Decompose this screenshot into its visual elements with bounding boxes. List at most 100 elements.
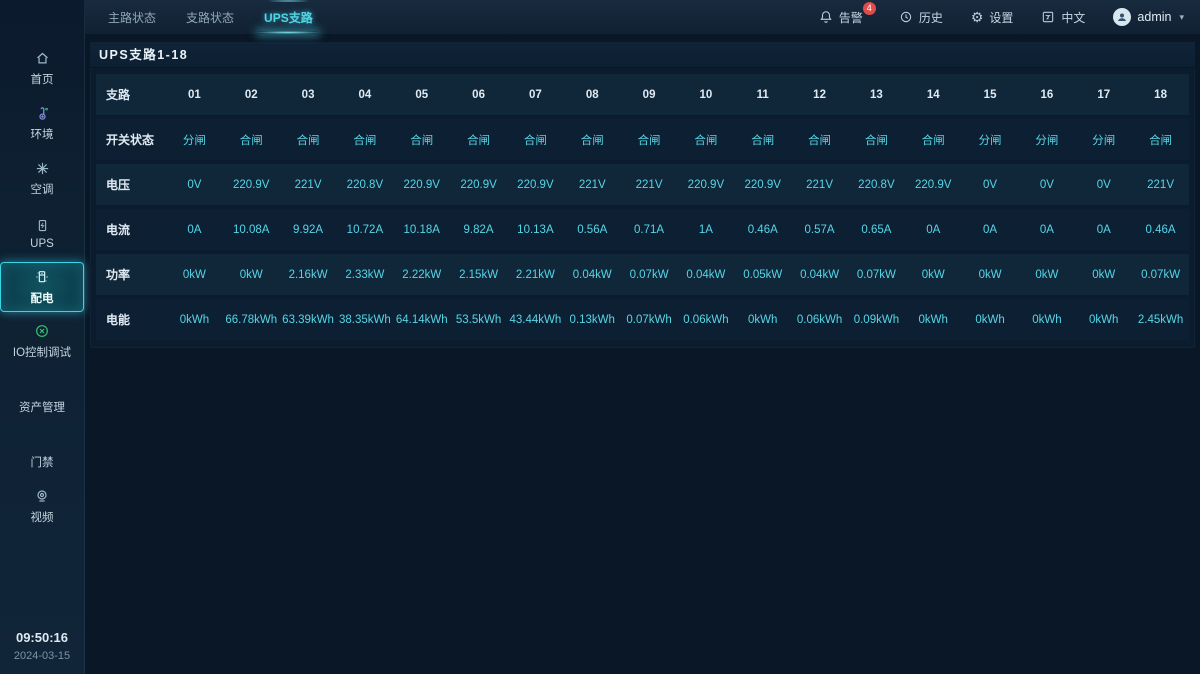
- sidebar-item-access[interactable]: 门禁: [0, 425, 84, 477]
- table-cell: 63.39kWh: [280, 314, 337, 326]
- table-cell: 0.71A: [621, 224, 678, 236]
- table-cell: 合闸: [791, 132, 848, 148]
- user-icon: [1116, 11, 1128, 23]
- table-cell: 合闸: [336, 132, 393, 148]
- table-cell: 221V: [280, 179, 337, 191]
- table-cell: 分闸: [1075, 132, 1132, 148]
- table-cell: 0.57A: [791, 224, 848, 236]
- alarm-badge: 4: [863, 2, 876, 15]
- table-cell: 9.92A: [280, 224, 337, 236]
- table-cell: 0V: [1018, 179, 1075, 191]
- table-cell: 220.9V: [507, 179, 564, 191]
- sidebar-item-label: 空调: [31, 181, 54, 197]
- table-cell: 220.9V: [734, 179, 791, 191]
- table-cell: 合闸: [621, 132, 678, 148]
- table-cell: 0A: [166, 224, 223, 236]
- sidebar-clock: 09:50:16 2024-03-15: [0, 630, 84, 674]
- table-cell: 0kWh: [166, 314, 223, 326]
- table-cell: 53.5kWh: [450, 314, 507, 326]
- table-cell: 0.65A: [848, 224, 905, 236]
- row-label: 功率: [96, 266, 166, 283]
- table-cell: 0.04kW: [677, 269, 734, 281]
- table-cell: 0.05kW: [734, 269, 791, 281]
- settings-button[interactable]: ⚙ 设置: [971, 9, 1014, 26]
- table-cell: 合闸: [734, 132, 791, 148]
- table-cell: 2.22kW: [393, 269, 450, 281]
- table-cell: 0.07kWh: [621, 314, 678, 326]
- table-cell: 03: [280, 89, 337, 101]
- table-cell: 64.14kWh: [393, 314, 450, 326]
- tab-bar: 主路状态支路状态UPS支路: [93, 0, 328, 34]
- sidebar-item-video[interactable]: 视频: [0, 480, 84, 532]
- table-cell: 0A: [962, 224, 1019, 236]
- sidebar-item-label: 门禁: [31, 454, 54, 470]
- table-cell: 17: [1075, 89, 1132, 101]
- table-cell: 220.9V: [905, 179, 962, 191]
- table-cell: 0kWh: [962, 314, 1019, 326]
- sidebar-item-label: 环境: [31, 126, 54, 142]
- table-cell: 05: [393, 89, 450, 101]
- history-label: 历史: [919, 9, 943, 26]
- table-cell: 221V: [791, 179, 848, 191]
- table-cell: 0V: [962, 179, 1019, 191]
- table-cell: 220.9V: [677, 179, 734, 191]
- sidebar-item-power[interactable]: 配电: [0, 262, 84, 312]
- row-label: 电压: [96, 176, 166, 193]
- table-cell: 0.09kWh: [848, 314, 905, 326]
- table-cell: 10.13A: [507, 224, 564, 236]
- sidebar-item-label: IO控制调试: [13, 344, 71, 360]
- history-clock-icon: [899, 10, 913, 24]
- table-cell: 10.72A: [336, 224, 393, 236]
- sidebar-item-ups[interactable]: UPS: [0, 207, 84, 259]
- table-cell: 43.44kWh: [507, 314, 564, 326]
- table-cell: 01: [166, 89, 223, 101]
- table-cell: 0.07kW: [848, 269, 905, 281]
- topbar-actions: 告警 4 历史 ⚙ 设置: [819, 8, 1184, 26]
- table-cell: 0.07kW: [621, 269, 678, 281]
- tab-main-status[interactable]: 主路状态: [93, 0, 171, 34]
- table-cell: 2.45kWh: [1132, 314, 1189, 326]
- clock-date: 2024-03-15: [0, 650, 84, 662]
- thermometer-icon: [35, 105, 50, 122]
- table-cell: 2.16kW: [280, 269, 337, 281]
- table-cell: 221V: [621, 179, 678, 191]
- sidebar-item-home[interactable]: 首页: [0, 42, 84, 94]
- alarm-button[interactable]: 告警 4: [819, 9, 863, 26]
- row-label: 电流: [96, 221, 166, 238]
- settings-label: 设置: [989, 9, 1013, 26]
- tab-branch-status[interactable]: 支路状态: [171, 0, 249, 34]
- table-row: 支路010203040506070809101112131415161718: [96, 74, 1189, 115]
- sidebar-item-environment[interactable]: 环境: [0, 97, 84, 149]
- table-cell: 220.8V: [848, 179, 905, 191]
- bell-icon: [819, 10, 833, 24]
- table-cell: 分闸: [166, 132, 223, 148]
- table-cell: 02: [223, 89, 280, 101]
- row-label: 电能: [96, 311, 166, 328]
- table-cell: 06: [450, 89, 507, 101]
- snowflake-icon: [35, 160, 50, 177]
- table-cell: 38.35kWh: [336, 314, 393, 326]
- table-cell: 0.04kW: [564, 269, 621, 281]
- home-icon: [35, 50, 50, 67]
- user-menu[interactable]: admin ▾: [1113, 8, 1184, 26]
- history-button[interactable]: 历史: [899, 9, 943, 26]
- sidebar-item-hvac[interactable]: 空调: [0, 152, 84, 204]
- table-cell: 2.33kW: [336, 269, 393, 281]
- circle-x-icon: [34, 323, 50, 340]
- table-cell: 14: [905, 89, 962, 101]
- table-cell: 221V: [564, 179, 621, 191]
- sidebar-item-label: 视频: [31, 509, 54, 525]
- sidebar: 首页环境空调 UPS配电 IO控制调试资产管理门禁视频 09:50:16 2024-…: [0, 0, 85, 674]
- table-cell: 0.46A: [1132, 224, 1189, 236]
- alarm-label: 告警: [839, 9, 863, 26]
- tab-ups-branch[interactable]: UPS支路: [249, 0, 328, 34]
- table-cell: 0kW: [905, 269, 962, 281]
- sidebar-item-assets[interactable]: 资产管理: [0, 370, 84, 422]
- topbar: 主路状态支路状态UPS支路 告警 4 历史: [85, 0, 1200, 34]
- table-row: 电流0A10.08A9.92A10.72A10.18A9.82A10.13A0.…: [96, 209, 1189, 250]
- language-button[interactable]: 中文: [1041, 9, 1085, 26]
- table-cell: 220.9V: [393, 179, 450, 191]
- table-cell: 220.9V: [450, 179, 507, 191]
- table-cell: 10.08A: [223, 224, 280, 236]
- sidebar-item-io-debug[interactable]: IO控制调试: [0, 315, 84, 367]
